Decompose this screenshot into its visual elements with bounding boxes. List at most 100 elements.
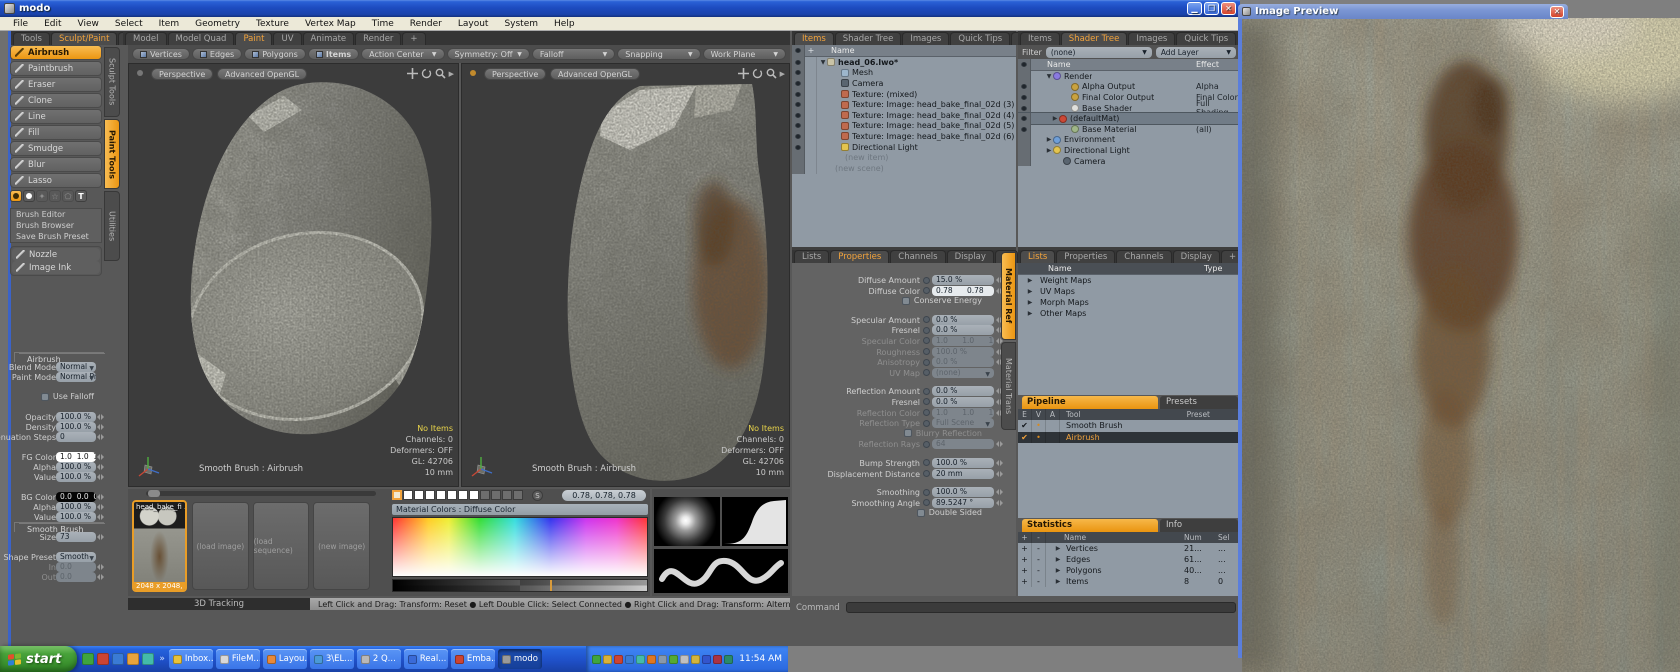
expand-arrow-icon[interactable]: ▶ bbox=[1051, 115, 1059, 122]
property-field[interactable]: 100.0 % bbox=[932, 347, 994, 357]
collapse-minus-icon[interactable]: - bbox=[1032, 565, 1046, 576]
channel-toggle-icon[interactable] bbox=[923, 420, 930, 427]
layout-tab[interactable]: Tools bbox=[13, 32, 50, 45]
visibility-eye-icon[interactable] bbox=[1018, 124, 1031, 135]
color-swatch[interactable] bbox=[513, 490, 523, 500]
viewport-menu-icon[interactable] bbox=[137, 70, 143, 76]
stepper-icon[interactable] bbox=[996, 500, 1003, 506]
stepper-icon[interactable] bbox=[97, 424, 104, 430]
panel-tab[interactable]: Shader Tree bbox=[1061, 32, 1128, 45]
color-swatch[interactable] bbox=[436, 490, 446, 500]
statistics-title[interactable]: Statistics bbox=[1022, 519, 1158, 532]
shader-row[interactable]: Alpha Output Alpha bbox=[1018, 82, 1240, 93]
property-field[interactable]: 100.0 % bbox=[932, 458, 994, 468]
menu-item[interactable]: Help bbox=[547, 18, 582, 30]
viewport-shading-pill[interactable]: Advanced OpenGL bbox=[217, 68, 307, 80]
tool-button[interactable]: Eraser bbox=[10, 77, 102, 92]
toolbox-side-tab[interactable]: Utilities bbox=[104, 191, 120, 261]
checkbox[interactable]: Conserve Energy bbox=[902, 296, 982, 305]
type-column-header[interactable]: Type bbox=[1204, 264, 1222, 273]
property-field[interactable]: 100.0 % bbox=[56, 422, 96, 432]
modo-titlebar[interactable]: modo ▁ ❐ ✕ bbox=[0, 0, 1240, 17]
tool-button[interactable]: Smudge bbox=[10, 141, 102, 156]
item-row[interactable]: Mesh bbox=[792, 68, 1016, 79]
effect-column-header[interactable]: Effect bbox=[1196, 60, 1219, 69]
visibility-eye-icon[interactable] bbox=[792, 78, 805, 89]
color-swatch[interactable] bbox=[469, 490, 479, 500]
tray-icon[interactable] bbox=[702, 655, 711, 664]
task-button[interactable]: modo bbox=[498, 649, 542, 669]
preset-scrollbar[interactable] bbox=[146, 491, 376, 496]
color-swatch[interactable] bbox=[414, 490, 424, 500]
quick-launch-more-icon[interactable]: » bbox=[159, 654, 169, 664]
panel-tab[interactable]: Images bbox=[1128, 32, 1175, 45]
expand-arrow-icon[interactable]: ▶ bbox=[1026, 299, 1034, 306]
viewport-menu-icon[interactable] bbox=[470, 70, 476, 76]
stepper-icon[interactable] bbox=[996, 441, 1003, 447]
channel-toggle-icon[interactable] bbox=[923, 348, 930, 355]
channel-toggle-icon[interactable] bbox=[923, 316, 930, 323]
panel-tab[interactable]: Lists bbox=[1020, 250, 1055, 263]
visibility-eye-icon[interactable] bbox=[792, 68, 805, 79]
stepper-icon[interactable] bbox=[97, 464, 104, 470]
expand-arrow-icon[interactable]: ▶ bbox=[1054, 578, 1062, 585]
selection-mode-button[interactable]: Edges bbox=[192, 48, 242, 60]
visibility-eye-icon[interactable] bbox=[792, 99, 805, 110]
list-item[interactable]: ▶ UV Maps bbox=[1018, 286, 1240, 297]
expand-arrow-icon[interactable]: ▶ bbox=[1054, 556, 1062, 563]
item-row[interactable]: (new scene) bbox=[792, 163, 1016, 174]
task-button[interactable]: Inbox... bbox=[169, 649, 213, 669]
visibility-eye-icon[interactable] bbox=[1018, 92, 1031, 103]
visibility-eye-icon[interactable] bbox=[792, 110, 805, 121]
menu-item[interactable]: Vertex Map bbox=[298, 18, 363, 30]
menu-item[interactable]: Render bbox=[403, 18, 449, 30]
channel-toggle-icon[interactable] bbox=[923, 359, 930, 366]
name-column-header[interactable]: Name bbox=[817, 46, 855, 55]
checkbox[interactable]: Double Sided bbox=[917, 508, 982, 517]
channel-toggle-icon[interactable] bbox=[923, 489, 930, 496]
tray-icon[interactable] bbox=[614, 655, 623, 664]
toolbar-dropdown[interactable]: Symmetry: Off▼ bbox=[447, 48, 530, 60]
visibility-eye-icon[interactable] bbox=[792, 121, 805, 132]
viewport-type-pill[interactable]: Perspective bbox=[151, 68, 213, 80]
tool-button[interactable]: Blur bbox=[10, 157, 102, 172]
panel-tab[interactable]: Channels bbox=[1116, 250, 1171, 263]
channel-toggle-icon[interactable] bbox=[923, 369, 930, 376]
color-swatch[interactable] bbox=[458, 490, 468, 500]
property-field[interactable]: 100.0 % bbox=[56, 512, 96, 522]
tray-icon[interactable] bbox=[680, 655, 689, 664]
menu-item[interactable]: Edit bbox=[37, 18, 68, 30]
visibility-dot-icon[interactable]: • bbox=[1032, 420, 1046, 432]
panel-tab[interactable]: Display bbox=[947, 250, 994, 263]
maximize-button[interactable]: ❐ bbox=[1204, 2, 1219, 15]
toolbox-side-tab[interactable]: Sculpt Tools bbox=[104, 47, 120, 117]
brush-action-button[interactable]: Brush Browser bbox=[10, 220, 102, 231]
visibility-eye-icon[interactable] bbox=[1018, 156, 1031, 167]
brush-tip-hard[interactable] bbox=[23, 190, 35, 202]
tool-button[interactable]: Airbrush bbox=[10, 45, 102, 60]
tray-icon[interactable] bbox=[647, 655, 656, 664]
zoom-icon[interactable] bbox=[435, 68, 446, 79]
panel-tab[interactable]: Quick Tips bbox=[1176, 32, 1236, 45]
image-slot-button[interactable]: (load sequence) bbox=[253, 502, 310, 590]
visibility-eye-icon[interactable] bbox=[1018, 82, 1031, 93]
close-button[interactable]: ✕ bbox=[1221, 2, 1236, 15]
visibility-eye-icon[interactable] bbox=[1018, 135, 1031, 146]
channel-toggle-icon[interactable] bbox=[923, 459, 930, 466]
collapse-minus-icon[interactable]: - bbox=[1032, 576, 1046, 587]
property-field[interactable]: 1.0 1.0 1.0 bbox=[56, 452, 96, 462]
selection-mode-button[interactable]: Vertices bbox=[132, 48, 190, 60]
property-field[interactable]: 0.0 % bbox=[932, 315, 994, 325]
property-field[interactable]: 100.0 % bbox=[56, 462, 96, 472]
visibility-eye-icon[interactable] bbox=[792, 152, 805, 163]
property-field[interactable]: 0.0 % bbox=[932, 397, 994, 407]
filter-dropdown[interactable]: (none)▼ bbox=[1046, 47, 1152, 58]
property-field[interactable]: 0.0 bbox=[56, 572, 96, 582]
brush-tip-soft[interactable] bbox=[10, 190, 22, 202]
menu-item[interactable]: Select bbox=[108, 18, 150, 30]
expand-plus-icon[interactable]: + bbox=[1018, 576, 1032, 587]
property-field[interactable]: 20 mm bbox=[932, 469, 994, 479]
checkbox[interactable]: Use Falloff bbox=[41, 392, 94, 401]
visibility-eye-icon[interactable] bbox=[1018, 103, 1031, 114]
brush-tip-spray-icon[interactable]: ✦ bbox=[36, 190, 48, 202]
